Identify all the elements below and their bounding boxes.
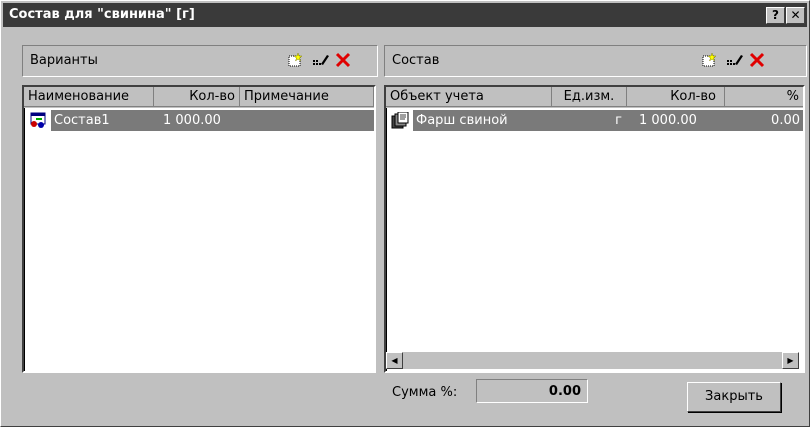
variants-delete-button[interactable]	[333, 50, 353, 70]
new-document-icon	[702, 52, 717, 67]
variants-edit-button[interactable]	[311, 50, 331, 70]
table-row[interactable]: Фарш свиной г 1 000.00 0.00	[386, 110, 803, 131]
composition-table[interactable]: Объект учета Ед.изм. Кол-во % Фарш свино…	[384, 85, 805, 373]
sum-value: 0.00	[476, 379, 588, 403]
document-stack-icon	[391, 112, 411, 133]
delete-x-icon	[749, 52, 765, 68]
column-header-qty[interactable]: Кол-во	[154, 87, 240, 107]
dialog-window: Состав для "свинина" [г] ? ✕ Варианты Со…	[0, 0, 810, 427]
column-header-object[interactable]: Объект учета	[386, 87, 552, 107]
column-header-percent[interactable]: %	[725, 87, 803, 107]
composition-edit-button[interactable]	[725, 50, 745, 70]
scroll-right-arrow-icon[interactable]: ▶	[782, 352, 799, 369]
unit-cell: г	[563, 110, 627, 131]
help-button[interactable]: ?	[766, 7, 785, 24]
composition-table-header: Объект учета Ед.изм. Кол-во %	[386, 87, 803, 108]
scroll-left-arrow-icon[interactable]: ◀	[386, 352, 403, 369]
variant-qty-cell: 1 000.00	[155, 110, 374, 131]
title-bar[interactable]: Состав для "свинина" [г] ? ✕	[3, 3, 807, 27]
variants-header: Варианты	[22, 45, 378, 77]
close-window-button[interactable]: ✕	[786, 7, 805, 24]
table-row[interactable]: Состав1 1 000.00	[24, 110, 374, 131]
composition-add-button[interactable]	[699, 50, 719, 70]
variants-table[interactable]: Наименование Кол-во Примечание Состав1 1…	[22, 85, 376, 373]
close-button[interactable]: Закрыть	[687, 382, 781, 412]
horizontal-scrollbar[interactable]: ◀ ▶	[386, 352, 799, 369]
edit-pencil-icon	[313, 55, 329, 65]
variants-add-button[interactable]	[285, 50, 305, 70]
composition-header: Состав	[384, 45, 807, 77]
column-header-qty[interactable]: Кол-во	[627, 87, 725, 107]
edit-pencil-icon	[727, 55, 743, 65]
variant-name-cell: Состав1	[51, 110, 155, 131]
new-document-icon	[288, 52, 303, 67]
column-header-name[interactable]: Наименование	[24, 87, 154, 107]
column-header-unit[interactable]: Ед.изм.	[552, 87, 627, 107]
delete-x-icon	[335, 52, 351, 68]
composition-title: Состав	[392, 53, 440, 68]
variants-title: Варианты	[30, 53, 98, 68]
composition-delete-button[interactable]	[747, 50, 767, 70]
percent-cell: 0.00	[725, 110, 803, 131]
column-header-note[interactable]: Примечание	[240, 87, 374, 107]
qty-cell: 1 000.00	[627, 110, 725, 131]
composition-icon	[29, 112, 49, 133]
window-title: Состав для "свинина" [г]	[9, 7, 195, 22]
object-name-cell: Фарш свиной	[413, 110, 563, 131]
variants-table-header: Наименование Кол-во Примечание	[24, 87, 374, 108]
sum-label: Сумма %:	[392, 385, 458, 400]
